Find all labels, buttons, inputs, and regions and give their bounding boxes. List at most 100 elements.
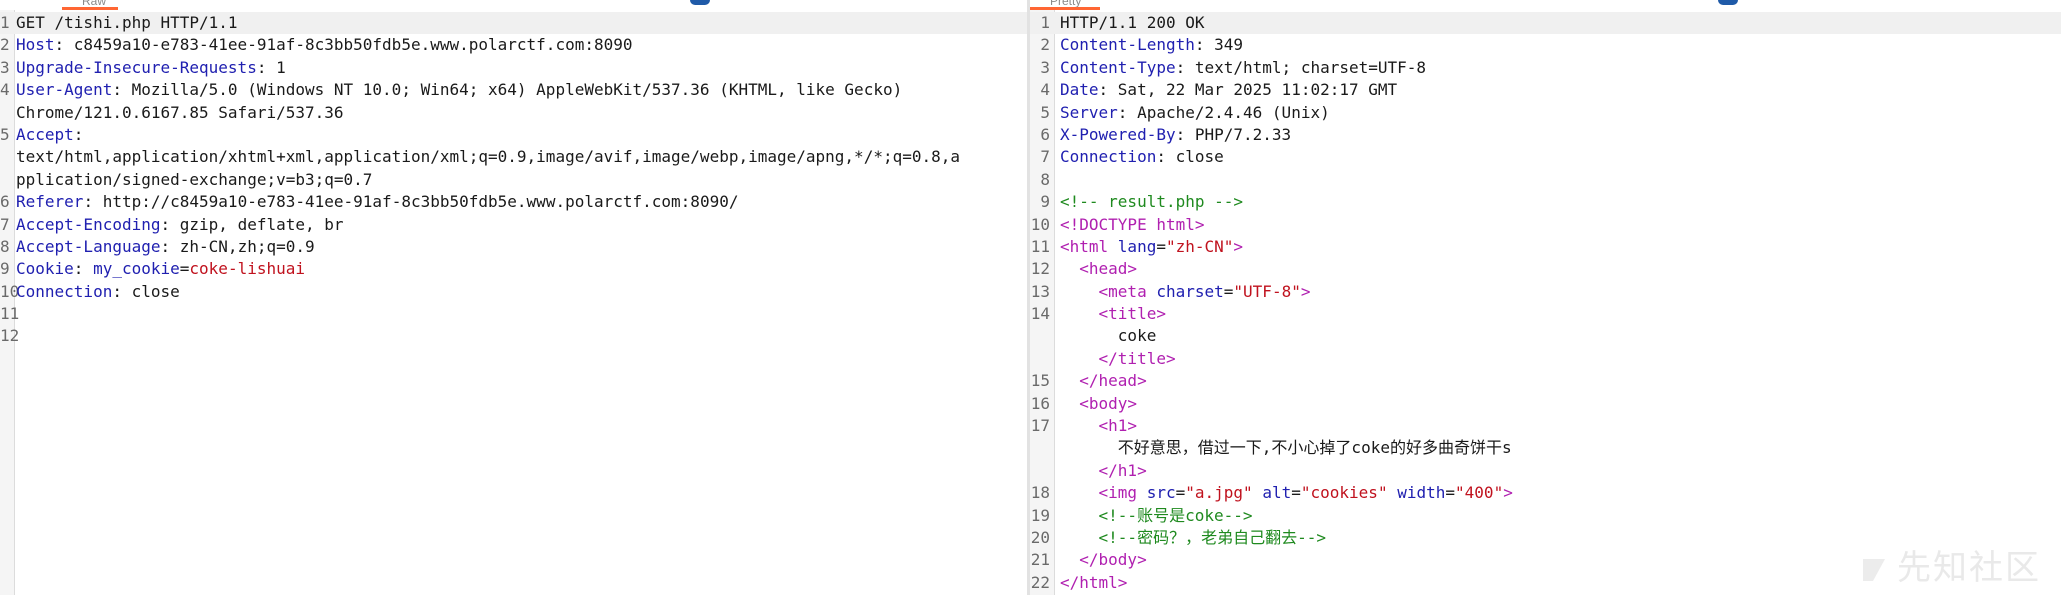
code-line-wrap: Chrome/121.0.6167.85 Safari/537.36 [0,102,1027,124]
token: coke-lishuai [189,259,305,279]
line-text: Content-Type: text/html; charset=UTF-8 [1060,57,1426,79]
line-number: 15 [1030,371,1050,391]
token: : close [1156,147,1224,167]
line-number: 21 [1030,550,1050,570]
token: = [1223,281,1234,301]
code-line: 2 Content-Length: 349 [1030,34,2061,56]
token: = [1175,483,1186,503]
line-text: Connection: close [16,281,180,303]
code-line: 11 [0,303,1027,325]
line-text: Content-Length: 349 [1060,34,1243,56]
code-line: 8 [1030,169,2061,191]
code-line: 10 <!DOCTYPE html> [1030,214,2061,236]
response-editor[interactable]: 1 HTTP/1.1 200 OK 2 Content-Length: 349 3 Con… [1030,12,2061,594]
token: : http://c8459a10-e783-41ee-91af-8c3bb50… [83,192,739,212]
line-number: 1 [1040,13,1050,32]
token: Date [1060,80,1099,100]
code-line: 11 <html lang="zh-CN"> [1030,236,2061,258]
watermark: 先知社区 [1859,540,2041,589]
line-number: 7 [1040,147,1050,167]
line-text: <!-- result.php --> [1060,191,1243,213]
token: HTTP/1.1 200 OK [1060,13,1205,32]
line-number: 8 [0,236,10,256]
line-text: </head> [1060,370,1147,392]
token: charset [1156,281,1224,301]
token: <!-- result.php --> [1060,192,1244,212]
line-text: text/html,application/xhtml+xml,applicat… [16,146,960,168]
token: : [73,124,84,144]
line-text: Connection: close [1060,146,1224,168]
line-number: 11 [0,304,20,324]
request-menu-button[interactable] [690,0,710,5]
token: <html [1060,236,1118,256]
token: </head> [1060,371,1147,391]
code-line: 3 Content-Type: text/html; charset=UTF-8 [1030,57,2061,79]
request-editor[interactable]: 1 GET /tishi.php HTTP/1.1 2 Host: c8459a10-… [0,12,1027,348]
line-number: 14 [1030,304,1050,324]
line-number: 19 [1030,505,1050,525]
code-line: 10 Connection: close [0,281,1027,303]
line-text: <title> [1060,303,1166,325]
line-number: 3 [0,57,10,77]
response-menu-button[interactable] [1718,0,1738,5]
line-number: 18 [1030,483,1050,503]
line-number: 4 [1040,80,1050,100]
line-number: 12 [0,326,20,346]
token: <!DOCTYPE html> [1060,214,1205,234]
token: : zh-CN,zh;q=0.9 [160,236,315,256]
token: my_cookie [93,259,180,279]
token: : close [112,281,180,301]
token: <!--密码？，老弟自己翻去--> [1060,527,1326,547]
token: = [1445,483,1456,503]
line-text: Server: Apache/2.4.46 (Unix) [1060,102,1330,124]
token: "400" [1455,483,1504,503]
line-text: <h1> [1060,415,1138,437]
token: alt [1262,483,1292,503]
token: "cookies" [1300,483,1388,503]
code-line-wrap: </h1> [1030,460,2061,482]
code-line: 18 <img src="a.jpg" alt="cookies" width=… [1030,482,2061,504]
line-number: 3 [1040,57,1050,77]
token: Content-Type [1060,57,1176,77]
token: GET /tishi.php HTTP/1.1 [16,13,238,32]
token: </body> [1060,550,1147,570]
line-number: 12 [1030,259,1050,279]
token: Host [16,35,55,55]
code-line: 6 X-Powered-By: PHP/7.2.33 [1030,124,2061,146]
token: : gzip, deflate, br [160,214,344,234]
token: Cookie [16,259,74,279]
line-text: <!--密码？，老弟自己翻去--> [1060,527,1326,549]
token: 不好意思，借过一下,不小心掉了coke的好多曲奇饼干s [1060,438,1512,458]
token: Accept-Encoding [16,214,161,234]
line-number: 5 [1040,102,1050,122]
token: > [1503,483,1513,503]
token: <meta [1060,281,1157,301]
token: "a.jpg" [1185,483,1253,503]
token: : 1 [256,57,286,77]
code-line-wrap: 不好意思，借过一下,不小心掉了coke的好多曲奇饼干s [1030,437,2061,459]
token: <img [1060,483,1147,503]
token: X-Powered-By [1060,124,1176,144]
code-line: 17 <h1> [1030,415,2061,437]
token: <!--账号是coke--> [1060,505,1253,525]
line-text: Upgrade-Insecure-Requests: 1 [16,57,286,79]
token: Server [1060,102,1118,122]
line-text: Date: Sat, 22 Mar 2025 11:02:17 GMT [1060,79,1397,101]
token: : 349 [1194,35,1244,55]
line-text: <head> [1060,258,1137,280]
token: width [1397,483,1446,503]
line-text: <body> [1060,393,1137,415]
line-number: 17 [1030,416,1050,436]
token: : Mozilla/5.0 (Windows NT 10.0; Win64; x… [112,80,903,100]
line-text: Cookie: my_cookie=coke-lishuai [16,258,305,280]
code-line-wrap: text/html,application/xhtml+xml,applicat… [0,146,1027,168]
code-line: 1 HTTP/1.1 200 OK [1030,12,2061,35]
code-line: 12 [0,325,1027,347]
token: : c8459a10-e783-41ee-91af-8c3bb50fdb5e.w… [54,35,633,55]
token: "zh-CN" [1165,236,1234,256]
line-text: <!--账号是coke--> [1060,505,1253,527]
token: : Sat, 22 Mar 2025 11:02:17 GMT [1098,80,1398,100]
token: Connection [1060,147,1157,167]
